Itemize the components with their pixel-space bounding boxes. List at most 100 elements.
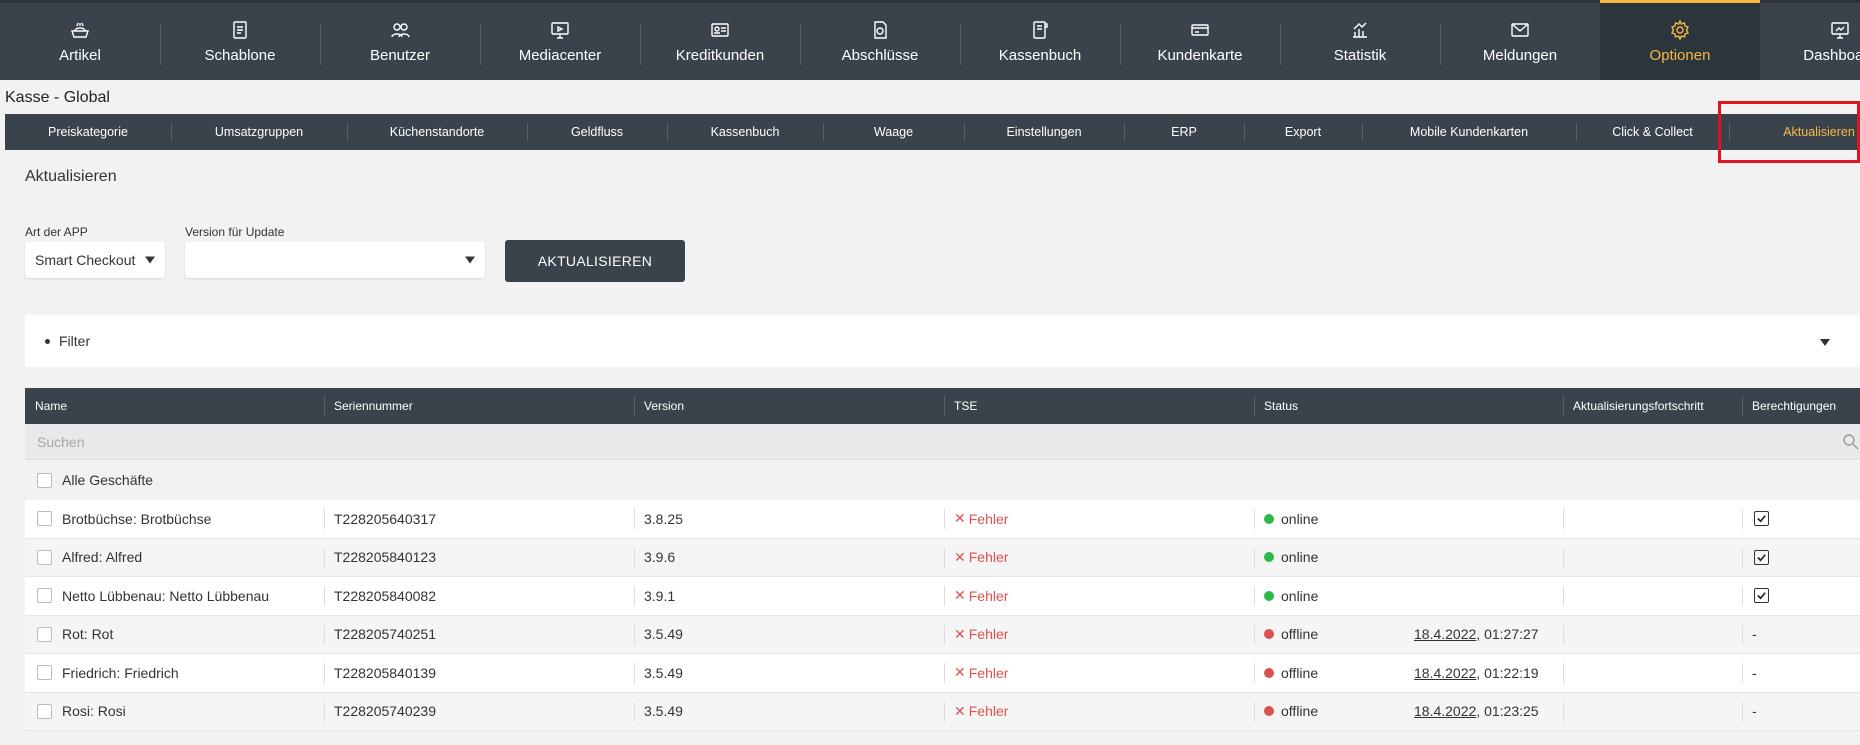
table-header: Name Seriennummer Version TSE Status Akt…	[25, 388, 1860, 424]
search-icon[interactable]	[1842, 433, 1860, 451]
select-all-checkbox[interactable]	[37, 472, 52, 488]
status-dot-icon	[1264, 552, 1274, 563]
subnav-item-waage[interactable]: Waage	[823, 114, 964, 150]
cross-icon: ✕	[954, 548, 966, 565]
table-row[interactable]: Netto Lübbenau: Netto Lübbenau T228205840…	[25, 577, 1860, 616]
nav-label: Kundenkarte	[1157, 47, 1243, 64]
cross-icon: ✕	[954, 664, 966, 681]
nav-item-mediacenter[interactable]: Mediacenter	[480, 3, 640, 80]
nav-item-schablone[interactable]: Schablone	[160, 3, 320, 80]
nav-item-kreditkunden[interactable]: Kreditkunden	[640, 3, 800, 80]
row-checkbox[interactable]	[37, 588, 52, 604]
table-row[interactable]: Alfred: Alfred T228205840123 3.9.6 ✕ Fehler o…	[25, 538, 1860, 577]
last-seen-date-link[interactable]: 18.4.2022	[1414, 665, 1476, 681]
subnav-item-preiskategorie[interactable]: Preiskategorie	[5, 114, 171, 150]
nav-item-benutzer[interactable]: Benutzer	[320, 3, 480, 80]
cell-version: 3.5.49	[634, 654, 944, 692]
row-checkbox[interactable]	[37, 549, 52, 565]
subnav-item-geldfluss[interactable]: Geldfluss	[527, 114, 667, 150]
nav-item-statistik[interactable]: Statistik	[1280, 3, 1440, 80]
search-input[interactable]	[25, 433, 1725, 450]
subnav-item-umsatzgruppen[interactable]: Umsatzgruppen	[171, 114, 347, 150]
permission-none: -	[1752, 626, 1757, 643]
permission-none: -	[1752, 664, 1757, 681]
cell-progress	[1563, 539, 1742, 577]
app-type-value: Smart Checkout	[35, 252, 136, 268]
permission-checkbox[interactable]	[1754, 511, 1769, 527]
filter-panel[interactable]: Filter	[25, 315, 1860, 367]
nav-item-artikel[interactable]: Artikel	[0, 3, 160, 80]
subnav-item-mobile-kundenkarten[interactable]: Mobile Kundenkarten	[1362, 114, 1576, 150]
cell-name: Brotbüchse: Brotbüchse	[25, 500, 324, 538]
nav-label: Abschlüsse	[841, 47, 919, 64]
last-seen-date-link[interactable]: 18.4.2022	[1414, 703, 1476, 719]
nav-label: Statistik	[1333, 47, 1387, 64]
nav-item-optionen[interactable]: Optionen	[1600, 0, 1760, 80]
table-row[interactable]: Rosi: Rosi T228205740239 3.5.49 ✕ Fehler offl…	[25, 692, 1860, 731]
table-row[interactable]: Friedrich: Friedrich T228205840139 3.5.49 ✕…	[25, 654, 1860, 693]
nav-item-kundenkarte[interactable]: Kundenkarte	[1120, 3, 1280, 80]
cell-tse: ✕ Fehler	[944, 693, 1254, 731]
subnav-item-erp[interactable]: ERP	[1124, 114, 1244, 150]
nav-label: Optionen	[1649, 47, 1711, 64]
update-button[interactable]: AKTUALISIEREN	[505, 240, 685, 282]
tse-error: ✕ Fehler	[954, 510, 1008, 527]
subnav-item-einstellungen[interactable]: Einstellungen	[964, 114, 1124, 150]
column-header-progress[interactable]: Aktualisierungsfortschritt	[1563, 388, 1742, 424]
permission-checkbox[interactable]	[1754, 588, 1769, 604]
row-checkbox[interactable]	[37, 665, 52, 681]
last-seen-date-link[interactable]: 18.4.2022	[1414, 626, 1476, 642]
caret-down-icon[interactable]	[1820, 339, 1830, 346]
status-text: offline	[1281, 703, 1319, 720]
cell-progress	[1563, 577, 1742, 615]
cell-progress	[1563, 616, 1742, 654]
nav-label: Dashboard	[1803, 47, 1860, 64]
cell-tse: ✕ Fehler	[944, 539, 1254, 577]
envelope-icon	[1509, 19, 1531, 41]
tse-error: ✕ Fehler	[954, 664, 1008, 681]
serial-number: T228205640317	[334, 510, 436, 527]
bread-basket-icon	[69, 19, 91, 41]
cashbook-icon	[1029, 19, 1051, 41]
row-checkbox[interactable]	[37, 511, 52, 527]
version-number: 3.8.25	[644, 510, 683, 527]
subnav-item-export[interactable]: Export	[1244, 114, 1362, 150]
cell-status: online	[1254, 577, 1563, 615]
nav-item-abschluesse[interactable]: Abschlüsse	[800, 3, 960, 80]
column-header-status[interactable]: Status	[1254, 388, 1563, 424]
nav-item-kassenbuch[interactable]: Kassenbuch	[960, 3, 1120, 80]
tse-status: Fehler	[968, 626, 1009, 643]
tse-error: ✕ Fehler	[954, 626, 1008, 643]
table-row[interactable]: Brotbüchse: Brotbüchse T228205640317 3.8.2…	[25, 500, 1860, 539]
column-header-tse[interactable]: TSE	[944, 388, 1254, 424]
cell-progress	[1563, 693, 1742, 731]
version-select[interactable]	[185, 242, 485, 278]
select-all-row: Alle Geschäfte	[25, 460, 1860, 500]
nav-item-dashboard[interactable]: Dashboard	[1760, 3, 1860, 80]
last-seen-time: , 01:23:25	[1476, 703, 1539, 720]
column-header-serial[interactable]: Seriennummer	[324, 388, 634, 424]
last-seen-time: , 01:22:19	[1476, 664, 1539, 681]
cell-progress	[1563, 500, 1742, 538]
cell-status: offline 18.4.2022, 01:23:25	[1254, 693, 1563, 731]
device-name: Rosi: Rosi	[62, 703, 126, 720]
tse-status: Fehler	[968, 703, 1009, 720]
sub-navigation: Preiskategorie Umsatzgruppen Küchenstand…	[5, 114, 1860, 150]
column-header-permissions[interactable]: Berechtigungen	[1742, 388, 1860, 424]
row-checkbox[interactable]	[37, 703, 52, 719]
cell-version: 3.5.49	[634, 616, 944, 654]
permission-checkbox[interactable]	[1754, 549, 1769, 565]
cell-serial: T228205840123	[324, 539, 634, 577]
subnav-item-click-collect[interactable]: Click & Collect	[1576, 114, 1729, 150]
select-all-label: Alle Geschäfte	[62, 472, 154, 488]
cell-status: offline 18.4.2022, 01:27:27	[1254, 616, 1563, 654]
column-header-version[interactable]: Version	[634, 388, 944, 424]
nav-item-meldungen[interactable]: Meldungen	[1440, 3, 1600, 80]
row-checkbox[interactable]	[37, 626, 52, 642]
check-icon	[1757, 553, 1766, 562]
app-type-select[interactable]: Smart Checkout	[25, 242, 165, 278]
subnav-item-kuechenstandorte[interactable]: Küchenstandorte	[347, 114, 527, 150]
subnav-item-kassenbuch[interactable]: Kassenbuch	[667, 114, 823, 150]
table-row[interactable]: Rot: Rot T228205740251 3.5.49 ✕ Fehler offlin…	[25, 615, 1860, 654]
column-header-name[interactable]: Name	[25, 388, 324, 424]
